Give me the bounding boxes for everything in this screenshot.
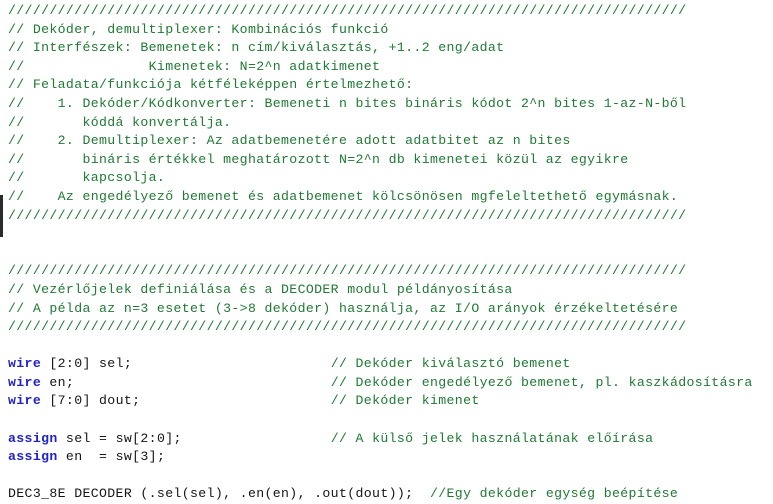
code-spacer xyxy=(132,356,331,371)
keyword-token: wire xyxy=(8,374,42,390)
code-line[interactable]: ////////////////////////////////////////… xyxy=(0,207,773,226)
comment-line: // Interfészek: Bemenetek: n cím/kiválas… xyxy=(8,40,505,56)
code-line[interactable] xyxy=(0,225,773,244)
comment-line: // kapcsolja. xyxy=(8,170,166,186)
comment-line: // kóddá konvertálja. xyxy=(8,114,232,130)
code-line[interactable]: ////////////////////////////////////////… xyxy=(0,262,773,281)
code-line[interactable]: wire [2:0] sel; // Dekóder kiválasztó be… xyxy=(0,355,773,374)
comment-line: ////////////////////////////////////////… xyxy=(8,263,687,279)
code-line[interactable]: // Kimenetek: N=2^n adatkimenet xyxy=(0,58,773,77)
code-line[interactable] xyxy=(0,411,773,430)
code-token: en; xyxy=(41,374,75,390)
code-spacer xyxy=(140,393,330,408)
code-line[interactable] xyxy=(0,467,773,486)
code-line[interactable]: // bináris értékkel meghatározott N=2^n … xyxy=(0,151,773,170)
code-editor[interactable]: ////////////////////////////////////////… xyxy=(0,0,773,504)
code-line[interactable]: // A példa az n=3 esetet (3->8 dekóder) … xyxy=(0,300,773,319)
code-line[interactable]: wire en; // Dekóder engedélyező bemenet,… xyxy=(0,374,773,393)
code-line[interactable]: // 1. Dekóder/Kódkonverter: Bemeneti n b… xyxy=(0,95,773,114)
code-line[interactable]: // Interfészek: Bemenetek: n cím/kiválas… xyxy=(0,39,773,58)
code-line[interactable]: // kapcsolja. xyxy=(0,169,773,188)
code-line[interactable] xyxy=(0,244,773,263)
comment-line: // Dekóder, demultiplexer: Kombinációs f… xyxy=(8,21,389,37)
code-line[interactable]: wire [7:0] dout; // Dekóder kimenet xyxy=(0,392,773,411)
comment-line: // Feladata/funkciója kétféleképpen érte… xyxy=(8,77,414,93)
code-spacer xyxy=(74,375,331,390)
code-line[interactable]: DEC3_8E DECODER (.sel(sel), .en(en), .ou… xyxy=(0,485,773,504)
code-text-area[interactable]: ////////////////////////////////////////… xyxy=(0,0,773,504)
code-token: en = sw[3]; xyxy=(57,449,166,465)
code-line[interactable]: // Feladata/funkciója kétféleképpen érte… xyxy=(0,76,773,95)
trailing-comment: // Dekóder kimenet xyxy=(330,393,480,409)
trailing-comment: // Dekóder kiválasztó bemenet xyxy=(330,356,571,372)
code-line[interactable]: // 2. Demultiplexer: Az adatbemenetére a… xyxy=(0,132,773,151)
code-line[interactable] xyxy=(0,337,773,356)
keyword-token: assign xyxy=(8,430,58,446)
code-line[interactable]: assign sel = sw[2:0]; // A külső jelek h… xyxy=(0,430,773,449)
code-line[interactable]: assign en = sw[3]; xyxy=(0,448,773,467)
trailing-comment: //Egy dekóder egység beépítése xyxy=(429,486,679,502)
comment-line: // Vezérlőjelek definiálása és a DECODER… xyxy=(8,281,513,297)
keyword-token: wire xyxy=(8,393,42,409)
comment-line: // 2. Demultiplexer: Az adatbemenetére a… xyxy=(8,133,571,149)
comment-line: // 1. Dekóder/Kódkonverter: Bemeneti n b… xyxy=(8,95,687,111)
comment-line: // Kimenetek: N=2^n adatkimenet xyxy=(8,58,381,74)
comment-line: // A példa az n=3 esetet (3->8 dekóder) … xyxy=(8,300,679,316)
trailing-comment: // Dekóder engedélyező bemenet, pl. kasz… xyxy=(330,374,753,390)
code-token: [7:0] dout; xyxy=(41,393,141,409)
code-line[interactable]: // Dekóder, demultiplexer: Kombinációs f… xyxy=(0,21,773,40)
comment-line: ////////////////////////////////////////… xyxy=(8,319,687,335)
code-line[interactable]: ////////////////////////////////////////… xyxy=(0,318,773,337)
code-token: [2:0] sel; xyxy=(41,356,133,372)
code-token: sel = sw[2:0]; xyxy=(57,430,182,446)
comment-line: // bináris értékkel meghatározott N=2^n … xyxy=(8,151,629,167)
code-spacer xyxy=(413,486,430,501)
trailing-comment: // A külső jelek használatának előírása xyxy=(330,430,654,446)
keyword-token: assign xyxy=(8,449,58,465)
code-line[interactable]: ////////////////////////////////////////… xyxy=(0,2,773,21)
code-line[interactable]: // Az engedélyező bemenet és adatbemenet… xyxy=(0,188,773,207)
code-line[interactable]: // Vezérlőjelek definiálása és a DECODER… xyxy=(0,281,773,300)
code-line[interactable]: // kóddá konvertálja. xyxy=(0,114,773,133)
code-spacer xyxy=(182,431,331,446)
comment-line: ////////////////////////////////////////… xyxy=(8,207,687,223)
code-token: DEC3_8E DECODER (.sel(sel), .en(en), .ou… xyxy=(8,486,414,502)
comment-line: ////////////////////////////////////////… xyxy=(8,3,687,18)
comment-line: // Az engedélyező bemenet és adatbemenet… xyxy=(8,188,679,204)
keyword-token: wire xyxy=(8,356,42,372)
